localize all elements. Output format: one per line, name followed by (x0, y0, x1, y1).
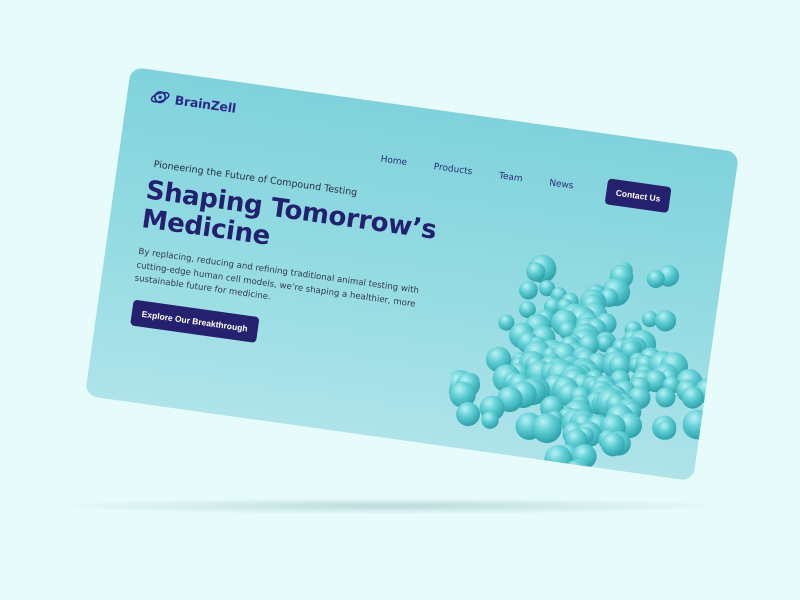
brand-name: BrainZell (173, 91, 238, 116)
nav-products[interactable]: Products (433, 162, 473, 177)
presentation-stage: BrainZell Home Products Team News Contac… (0, 0, 800, 600)
molecule-sphere (570, 465, 591, 482)
orbit-brain-icon (150, 91, 170, 104)
molecule-sphere (519, 280, 538, 300)
molecule-sphere (654, 310, 677, 332)
nav-news[interactable]: News (549, 178, 574, 191)
nav-home[interactable]: Home (380, 155, 408, 169)
molecule-sphere (682, 409, 713, 440)
contact-us-button[interactable]: Contact Us (604, 178, 673, 214)
nav-team[interactable]: Team (498, 171, 523, 184)
card-drop-shadow (70, 498, 710, 514)
website-hero-card: BrainZell Home Products Team News Contac… (84, 66, 740, 482)
protein-molecule-illustration (445, 254, 720, 482)
molecule-sphere (568, 466, 587, 482)
explore-breakthrough-button[interactable]: Explore Our Breakthrough (130, 299, 260, 343)
brand-logo[interactable]: BrainZell (148, 86, 238, 118)
main-navigation: Home Products Team News Contact Us (379, 147, 673, 214)
